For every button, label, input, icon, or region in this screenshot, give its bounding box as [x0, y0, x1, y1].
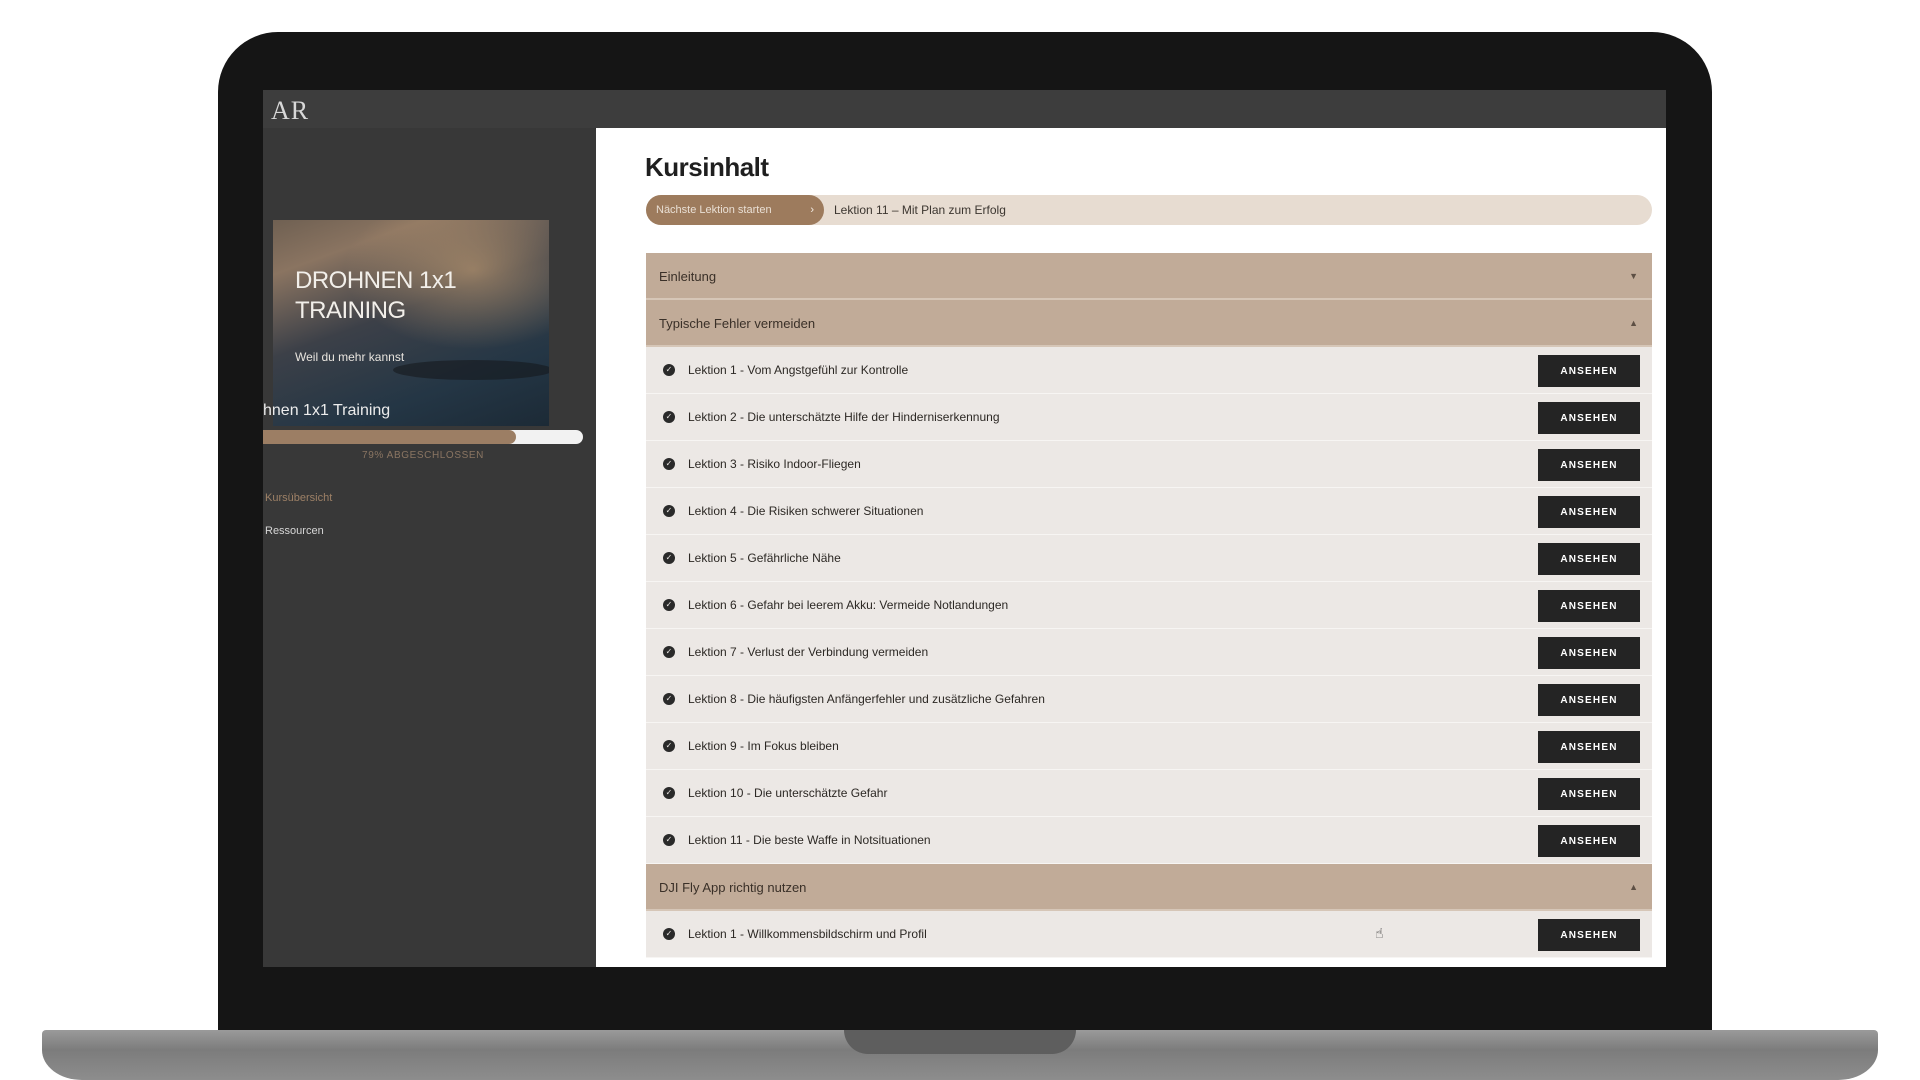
- lesson-row[interactable]: ✓ Lektion 6 - Gefahr bei leerem Akku: Ver…: [646, 582, 1652, 629]
- banner-title-line-2: TRAINING: [295, 297, 406, 324]
- chevron-right-icon: ›: [810, 204, 814, 216]
- section-title: Typische Fehler vermeiden: [659, 316, 816, 331]
- section-title: DJI Fly App richtig nutzen: [659, 880, 807, 895]
- caret-down-icon: ▼: [1629, 271, 1638, 281]
- check-circle-icon: ✓: [663, 787, 675, 799]
- check-circle-icon: ✓: [663, 834, 675, 846]
- start-next-lesson-label: Nächste Lektion starten: [656, 204, 772, 216]
- lesson-row[interactable]: ✓ Lektion 3 - Risiko Indoor-Fliegen ANSEHE…: [646, 441, 1652, 488]
- lesson-title: Lektion 8 - Die häufigsten Anfängerfehle…: [688, 692, 1045, 706]
- check-circle-icon: ✓: [663, 505, 675, 517]
- check-circle-icon: ✓: [663, 599, 675, 611]
- course-progress-fill: [263, 430, 516, 444]
- mouse-pointer-icon: ☝: [1375, 925, 1384, 941]
- caret-up-icon: ▲: [1629, 882, 1638, 892]
- lesson-row[interactable]: ✓ Lektion 10 - Die unterschätzte Gefahr AN…: [646, 770, 1652, 817]
- sidebar-item-resources[interactable]: Ressourcen: [265, 525, 324, 537]
- watch-lesson-button[interactable]: ANSEHEN: [1538, 637, 1640, 669]
- check-circle-icon: ✓: [663, 928, 675, 940]
- banner-subtitle: Weil du mehr kannst: [295, 350, 405, 364]
- sidebar-item-course-overview[interactable]: Kursübersicht: [265, 492, 332, 504]
- watch-lesson-button[interactable]: ANSEHEN: [1538, 402, 1640, 434]
- section-header[interactable]: Einleitung ▼: [646, 253, 1652, 300]
- lesson-title: Lektion 5 - Gefährliche Nähe: [688, 551, 841, 565]
- lesson-row[interactable]: ✓ Lektion 4 - Die Risiken schwerer Situat…: [646, 488, 1652, 535]
- course-banner: DROHNEN 1x1 TRAINING Weil du mehr kannst: [273, 220, 549, 426]
- lesson-row[interactable]: ✓ Lektion 8 - Die häufigsten Anfängerfehl…: [646, 676, 1652, 723]
- watch-lesson-button[interactable]: ANSEHEN: [1538, 778, 1640, 810]
- banner-title: DROHNEN 1x1 TRAINING: [295, 266, 515, 326]
- lesson-row[interactable]: ✓ Lektion 1 - Vom Angstgefühl zur Kontrol…: [646, 347, 1652, 394]
- watch-lesson-button[interactable]: ANSEHEN: [1538, 590, 1640, 622]
- next-lesson-title: Lektion 11 – Mit Plan zum Erfolg: [834, 203, 1006, 217]
- brand-logo[interactable]: AR: [271, 96, 309, 126]
- check-circle-icon: ✓: [663, 740, 675, 752]
- section-header[interactable]: Typische Fehler vermeiden ▲: [646, 300, 1652, 347]
- top-bar: AR: [263, 90, 1666, 129]
- course-progress-label: 79% ABGESCHLOSSEN: [362, 450, 484, 461]
- lesson-row[interactable]: ✓ Lektion 11 - Die beste Waffe in Notsitu…: [646, 817, 1652, 864]
- watch-lesson-button[interactable]: ANSEHEN: [1538, 543, 1640, 575]
- lesson-title: Lektion 6 - Gefahr bei leerem Akku: Verm…: [688, 598, 1009, 612]
- check-circle-icon: ✓: [663, 458, 675, 470]
- watch-lesson-button[interactable]: ANSEHEN: [1538, 825, 1640, 857]
- watch-lesson-button[interactable]: ANSEHEN: [1538, 919, 1640, 951]
- sidebar: DROHNEN 1x1 TRAINING Weil du mehr kannst…: [263, 128, 595, 967]
- lesson-row[interactable]: ✓ Lektion 5 - Gefährliche Nähe ANSEHEN: [646, 535, 1652, 582]
- section-header[interactable]: DJI Fly App richtig nutzen ▲: [646, 864, 1652, 911]
- laptop-notch: [844, 1030, 1076, 1054]
- next-lesson-bar: Nächste Lektion starten › Lektion 11 – M…: [646, 195, 1652, 225]
- watch-lesson-button[interactable]: ANSEHEN: [1538, 684, 1640, 716]
- lesson-title: Lektion 7 - Verlust der Verbindung verme…: [688, 645, 929, 659]
- course-name: hnen 1x1 Training: [263, 402, 391, 419]
- check-circle-icon: ✓: [663, 552, 675, 564]
- lesson-title: Lektion 1 - Willkommensbildschirm und Pr…: [688, 927, 927, 941]
- main-content: Kursinhalt Nächste Lektion starten › Lek…: [596, 128, 1666, 967]
- screen: AR DROHNEN 1x1 TRAINING Weil du mehr kan…: [263, 90, 1666, 967]
- lesson-row[interactable]: ✓ Lektion 1 - Willkommensbildschirm und P…: [646, 911, 1652, 958]
- lesson-row[interactable]: ✓ Lektion 7 - Verlust der Verbindung verm…: [646, 629, 1652, 676]
- lesson-title: Lektion 3 - Risiko Indoor-Fliegen: [688, 457, 861, 471]
- lesson-title: Lektion 11 - Die beste Waffe in Notsitua…: [688, 833, 931, 847]
- banner-island-shape: [393, 360, 549, 380]
- lesson-title: Lektion 4 - Die Risiken schwerer Situati…: [688, 504, 924, 518]
- start-next-lesson-button[interactable]: Nächste Lektion starten ›: [646, 195, 824, 225]
- banner-title-line-1: DROHNEN 1x1: [295, 267, 457, 294]
- lesson-row[interactable]: ✓ Lektion 9 - Im Fokus bleiben ANSEHEN: [646, 723, 1652, 770]
- check-circle-icon: ✓: [663, 646, 675, 658]
- lesson-title: Lektion 2 - Die unterschätzte Hilfe der …: [688, 410, 1000, 424]
- lesson-title: Lektion 10 - Die unterschätzte Gefahr: [688, 786, 888, 800]
- check-circle-icon: ✓: [663, 364, 675, 376]
- watch-lesson-button[interactable]: ANSEHEN: [1538, 355, 1640, 387]
- check-circle-icon: ✓: [663, 411, 675, 423]
- lesson-title: Lektion 1 - Vom Angstgefühl zur Kontroll…: [688, 363, 909, 377]
- caret-up-icon: ▲: [1629, 318, 1638, 328]
- course-content-accordion: Einleitung ▼ Typische Fehler vermeiden ▲ ✓ Le…: [646, 253, 1652, 958]
- page-title: Kursinhalt: [645, 152, 769, 182]
- course-progress-bar: [263, 430, 583, 444]
- watch-lesson-button[interactable]: ANSEHEN: [1538, 731, 1640, 763]
- section-title: Einleitung: [659, 269, 717, 284]
- check-circle-icon: ✓: [663, 693, 675, 705]
- watch-lesson-button[interactable]: ANSEHEN: [1538, 496, 1640, 528]
- lesson-title: Lektion 9 - Im Fokus bleiben: [688, 739, 839, 753]
- watch-lesson-button[interactable]: ANSEHEN: [1538, 449, 1640, 481]
- lesson-row[interactable]: ✓ Lektion 2 - Die unterschätzte Hilfe der…: [646, 394, 1652, 441]
